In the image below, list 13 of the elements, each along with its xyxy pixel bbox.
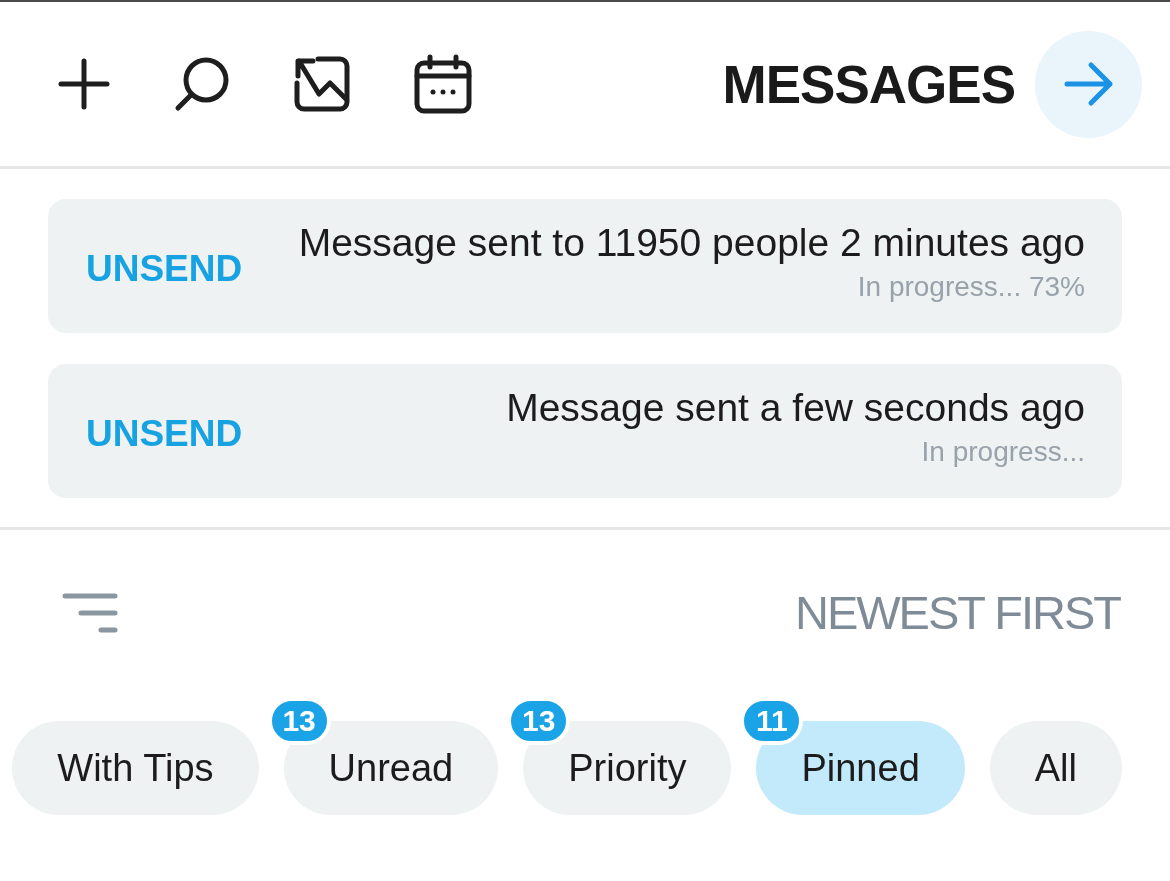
filter-chip[interactable]: With Tips <box>12 721 259 815</box>
image-icon[interactable] <box>293 55 351 113</box>
arrow-icon <box>1063 61 1114 107</box>
notice-message: Message sent a few seconds ago <box>506 385 1085 430</box>
notice-status: In progress... 73% <box>857 270 1085 304</box>
filter-chip[interactable]: All <box>989 721 1122 815</box>
calendar-icon[interactable] <box>414 54 472 114</box>
notice-status: In progress... <box>921 435 1085 469</box>
sort-icon[interactable] <box>62 591 118 634</box>
search-icon[interactable] <box>173 55 230 113</box>
page-title: MESSAGES <box>722 53 1015 115</box>
notice-message: Message sent to 11950 people 2 minutes ago <box>298 220 1085 265</box>
plus-icon[interactable] <box>58 58 110 110</box>
